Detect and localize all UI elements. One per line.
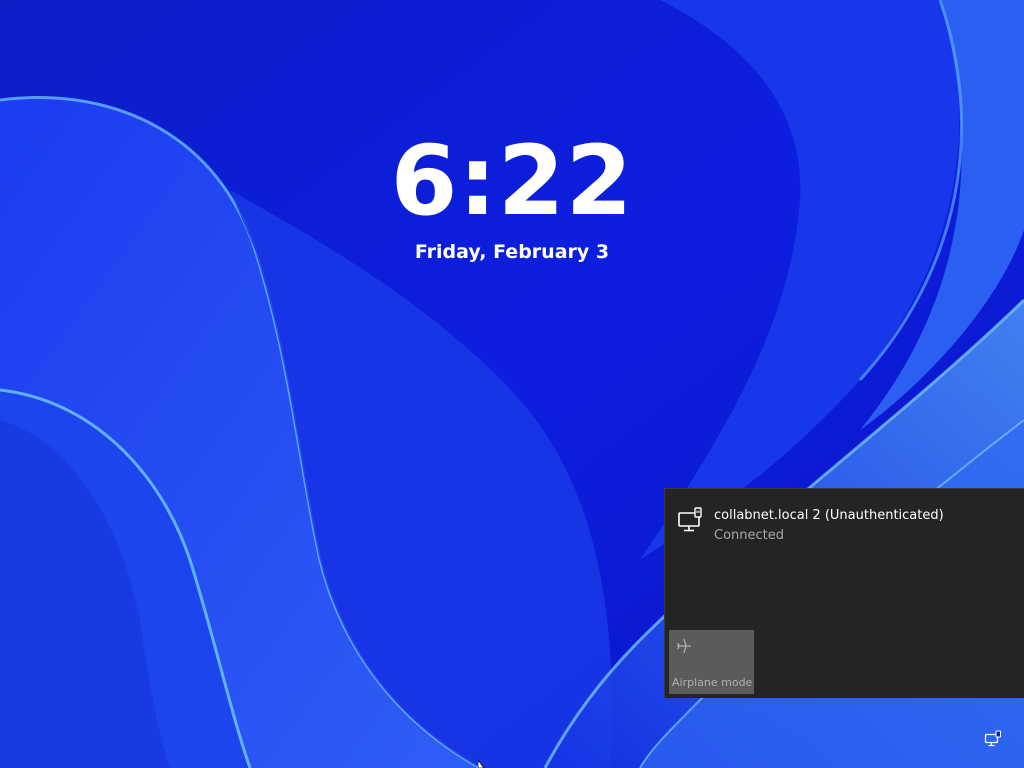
network-connection-item[interactable]: collabnet.local 2 (Unauthenticated) Conn… [665, 503, 1024, 547]
lock-screen-date: Friday, February 3 [414, 241, 610, 263]
network-status: Connected [714, 528, 785, 543]
lock-screen-time: 6:22 [390, 125, 634, 237]
ethernet-monitor-icon[interactable] [984, 730, 1002, 748]
lock-screen[interactable]: 6:22 Friday, February 3 collabnet.local … [0, 0, 1024, 768]
network-name: collabnet.local 2 (Unauthenticated) [714, 508, 944, 523]
airplane-mode-label: Airplane mode [672, 676, 753, 689]
ethernet-monitor-icon [678, 507, 702, 532]
network-flyout: collabnet.local 2 (Unauthenticated) Conn… [664, 488, 1024, 698]
airplane-icon [677, 638, 691, 654]
mouse-cursor-icon [478, 760, 485, 768]
airplane-mode-toggle[interactable]: Airplane mode [669, 630, 754, 694]
